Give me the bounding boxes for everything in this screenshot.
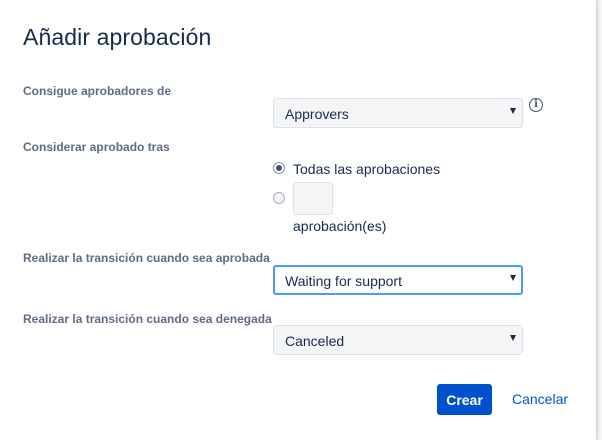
radio-all-approvals[interactable] [273, 162, 285, 174]
chevron-down-icon [510, 335, 516, 341]
info-icon[interactable]: i [529, 98, 543, 112]
cancel-button[interactable]: Cancelar [505, 384, 575, 415]
dialog-title: Añadir aprobación [23, 24, 212, 50]
approvers-from-select[interactable]: Approvers [273, 98, 523, 128]
chevron-down-icon [510, 108, 516, 114]
on-approved-select[interactable]: Waiting for support [273, 265, 523, 295]
on-approved-value: Waiting for support [285, 273, 402, 289]
approved-after-label: Considerar aprobado tras [23, 140, 170, 154]
approval-count-suffix: aprobación(es) [293, 218, 387, 234]
add-approval-dialog: Añadir aprobación Consigue aprobadores d… [0, 0, 596, 440]
approvers-from-value: Approvers [285, 106, 349, 122]
on-denied-value: Canceled [285, 333, 345, 349]
approval-count-input[interactable] [293, 182, 333, 215]
on-denied-label: Realizar la transición cuando sea denega… [23, 312, 272, 326]
on-approved-label: Realizar la transición cuando sea aproba… [23, 251, 270, 265]
on-denied-select[interactable]: Canceled [273, 325, 523, 355]
radio-all-approvals-label: Todas las aprobaciones [293, 161, 441, 177]
radio-count-approvals[interactable] [273, 192, 285, 204]
chevron-down-icon [510, 275, 516, 281]
create-button[interactable]: Crear [437, 384, 492, 415]
approvers-from-label: Consigue aprobadores de [23, 84, 172, 98]
